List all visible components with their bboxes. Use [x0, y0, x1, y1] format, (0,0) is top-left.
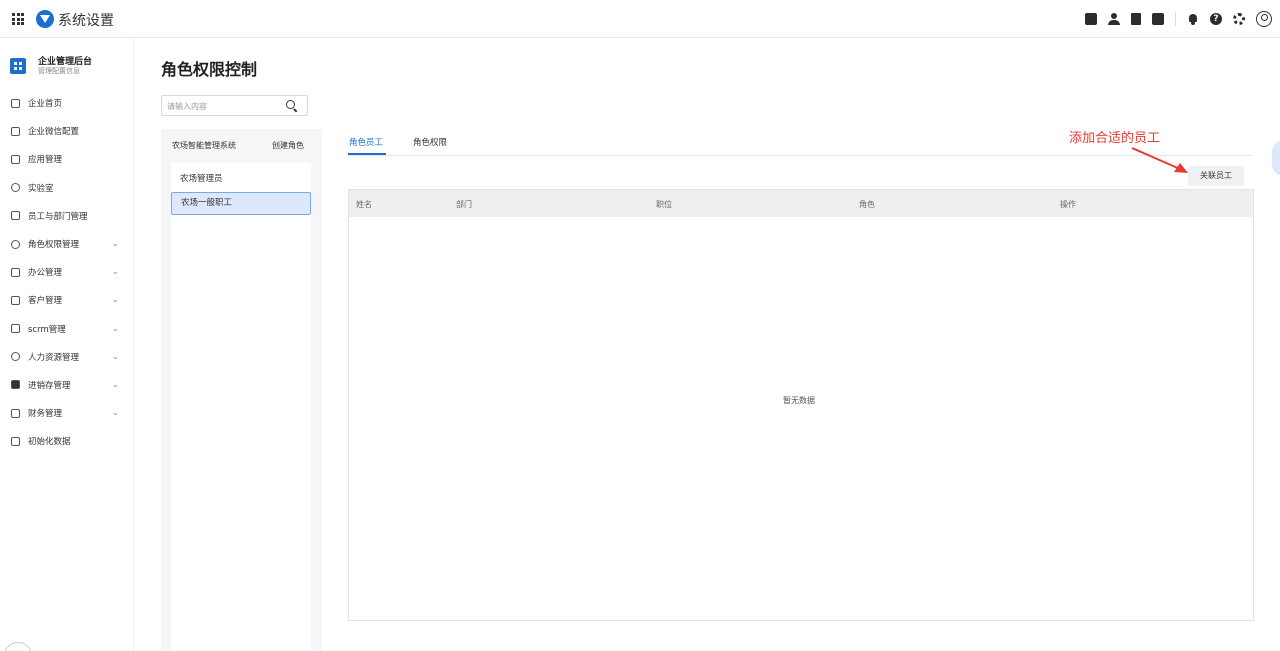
sidebar-item-label: 实验室	[28, 183, 54, 194]
sidebar-item[interactable]: 应用管理	[0, 145, 134, 173]
toolbar-divider	[1175, 12, 1176, 26]
help-icon[interactable]: ?	[1210, 13, 1222, 25]
annotation-arrow-icon	[1131, 147, 1188, 173]
chevron-down-icon[interactable]: ⌄	[112, 267, 119, 276]
sidebar-item-label: 员工与部门管理	[28, 211, 88, 222]
org-subtitle: 管理配置信息	[38, 67, 80, 75]
column-header-position: 职位	[656, 200, 672, 209]
apps-icon	[11, 154, 20, 164]
role-list: 农场管理员 农场一般职工	[171, 163, 311, 651]
org-logo-icon	[10, 58, 26, 74]
scrm-icon	[11, 324, 20, 334]
brand-logo-icon	[36, 10, 54, 28]
link-employee-button[interactable]: 关联员工	[1188, 166, 1244, 186]
home-icon	[11, 98, 20, 108]
app-title: 系统设置	[58, 13, 114, 29]
task-icon[interactable]	[1085, 13, 1097, 25]
office-icon	[11, 267, 20, 277]
chevron-down-icon[interactable]: ⌄	[112, 295, 119, 304]
contacts-icon[interactable]	[1108, 13, 1120, 25]
init-icon	[11, 436, 20, 446]
phone-icon[interactable]	[1152, 13, 1164, 25]
page-title: 角色权限控制	[161, 60, 258, 79]
chevron-down-icon[interactable]: ⌄	[112, 352, 119, 361]
top-toolbar: ?	[1074, 9, 1272, 29]
sidebar-item-label: 人力资源管理	[28, 352, 80, 363]
sidebar-item[interactable]: 办公管理 ⌄	[0, 258, 134, 286]
chat-icon	[11, 126, 20, 136]
search-icon[interactable]	[286, 100, 295, 109]
chevron-down-icon[interactable]: ⌄	[112, 324, 119, 333]
floating-avatar[interactable]	[4, 642, 32, 651]
grid-icon[interactable]	[12, 13, 24, 25]
sidebar-item[interactable]: 客户管理 ⌄	[0, 286, 134, 314]
sidebar-item-label: scrm管理	[28, 324, 66, 335]
sidebar-item-label: 企业微信配置	[28, 127, 80, 138]
system-name: 农场智能管理系统	[172, 141, 236, 150]
inventory-icon	[11, 380, 20, 390]
sidebar-item[interactable]: scrm管理 ⌄	[0, 315, 134, 343]
empty-state-text: 暂无数据	[783, 396, 815, 405]
settings-icon[interactable]	[1233, 13, 1245, 25]
column-header-department: 部门	[456, 200, 472, 209]
tab-role-permissions[interactable]: 角色权限	[413, 136, 447, 148]
sidebar-item[interactable]: 财务管理 ⌄	[0, 399, 134, 427]
create-role-button[interactable]: 创建角色	[272, 140, 304, 151]
chevron-down-icon[interactable]: ⌄	[112, 239, 119, 248]
role-panel: 农场智能管理系统 创建角色 农场管理员 农场一般职工	[161, 129, 322, 651]
role-item-active[interactable]: 农场一般职工	[171, 192, 311, 215]
team-icon	[11, 211, 20, 221]
sidebar-item[interactable]: 企业微信配置	[0, 117, 134, 145]
side-float-button[interactable]	[1272, 140, 1280, 176]
sidebar-item[interactable]: 员工与部门管理	[0, 202, 134, 230]
sidebar-item[interactable]: 角色权限管理 ⌄	[0, 230, 134, 258]
lab-icon	[11, 183, 20, 193]
top-bar: 系统设置 ?	[0, 0, 1280, 38]
sidebar-nav: 企业首页 企业微信配置 应用管理 实验室 员工与部门管理 角色权限管理 ⌄ 办公管理 ⌄ 客户管理…	[0, 89, 134, 455]
sidebar-item-label: 进销存管理	[28, 380, 71, 391]
sidebar: 企业管理后台 管理配置信息 企业首页 企业微信配置 应用管理 实验室 员工与部门管理 角色…	[0, 38, 134, 651]
table-header: 姓名 部门 职位 角色 操作	[349, 190, 1253, 217]
role-icon	[11, 239, 20, 249]
sidebar-item-label: 初始化数据	[28, 437, 71, 448]
search-input[interactable]: 请输入内容	[161, 95, 308, 116]
user-icon[interactable]	[1256, 11, 1272, 27]
employee-table: 姓名 部门 职位 角色 操作 暂无数据	[348, 189, 1254, 621]
customer-icon	[11, 295, 20, 305]
document-icon[interactable]	[1131, 13, 1141, 25]
sidebar-item[interactable]: 企业首页	[0, 89, 134, 117]
chevron-down-icon[interactable]: ⌄	[112, 408, 119, 417]
finance-icon	[11, 408, 20, 418]
column-header-role: 角色	[859, 200, 875, 209]
column-header-actions: 操作	[1060, 200, 1076, 209]
sidebar-item-label: 办公管理	[28, 268, 63, 279]
chevron-down-icon[interactable]: ⌄	[112, 380, 119, 389]
bell-icon[interactable]	[1187, 13, 1199, 25]
sidebar-item[interactable]: 实验室	[0, 174, 134, 202]
annotation-text: 添加合适的员工	[1069, 131, 1161, 146]
role-item[interactable]: 农场管理员	[171, 168, 311, 191]
sidebar-item-label: 企业首页	[28, 99, 63, 110]
sidebar-item-label: 客户管理	[28, 296, 63, 307]
sidebar-item[interactable]: 人力资源管理 ⌄	[0, 343, 134, 371]
tab-role-employees[interactable]: 角色员工	[349, 136, 383, 148]
search-placeholder: 请输入内容	[167, 102, 207, 111]
tab-divider	[348, 155, 1253, 156]
column-header-name: 姓名	[356, 200, 372, 209]
sidebar-item[interactable]: 进销存管理 ⌄	[0, 371, 134, 399]
sidebar-item-label: 财务管理	[28, 409, 63, 420]
sidebar-item-label: 角色权限管理	[28, 240, 80, 251]
sidebar-item-label: 应用管理	[28, 155, 63, 166]
hr-icon	[11, 352, 20, 362]
sidebar-item[interactable]: 初始化数据	[0, 427, 134, 455]
